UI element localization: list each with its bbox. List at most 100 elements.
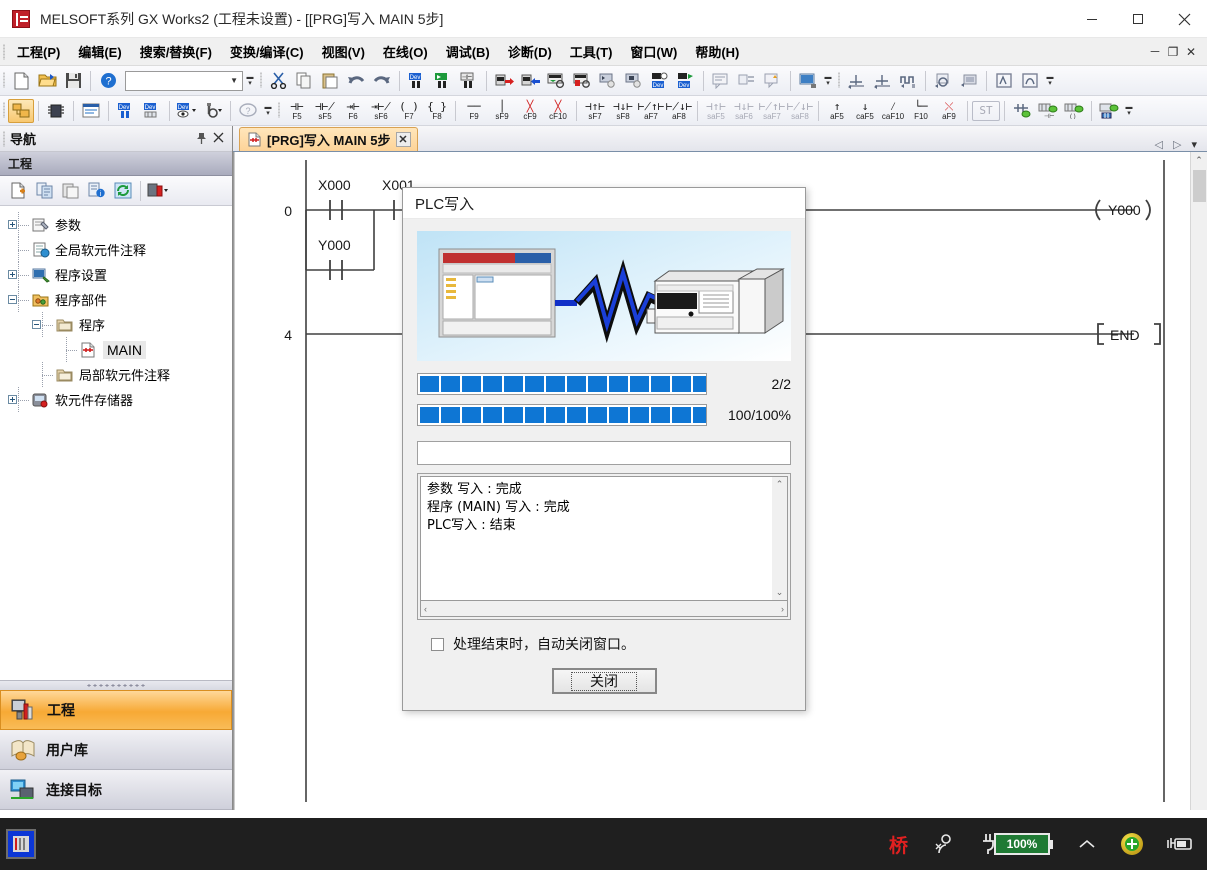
refresh-icon[interactable]: [110, 179, 136, 203]
scroll-up-icon[interactable]: ⌃: [1190, 152, 1207, 169]
scrollbar-thumb[interactable]: [1192, 170, 1206, 202]
cut-icon[interactable]: [265, 69, 291, 93]
view-mode-icon[interactable]: [145, 179, 171, 203]
sidebar-item-userlib[interactable]: 用户库: [0, 730, 232, 770]
ladder-button-delete-hline[interactable]: ╳ cF9: [516, 97, 544, 125]
document-minimize-button[interactable]: －: [1147, 43, 1163, 61]
ladder-button-pulse-not-a[interactable]: ⊣↑⊢ saF5: [702, 97, 730, 125]
ladder-button-hline[interactable]: ── F9: [460, 97, 488, 125]
watch-window-icon[interactable]: Dev: [174, 99, 200, 123]
ladder-button-rising-pulse-parallel[interactable]: ⊬↑⊢ aF7: [637, 97, 665, 125]
ladder-button-line-corner[interactable]: └─ F10: [907, 97, 935, 125]
monitor-stop-icon[interactable]: [621, 69, 647, 93]
paste-data-icon[interactable]: [58, 179, 84, 203]
minimize-button[interactable]: [1069, 0, 1115, 38]
tab-close-icon[interactable]: ✕: [395, 132, 411, 147]
ladder-button-falling-pulse[interactable]: ⊣↓⊢ sF8: [609, 97, 637, 125]
power-plug-icon[interactable]: [1167, 835, 1193, 853]
tree-item-program-folder[interactable]: 程序: [6, 312, 232, 337]
device-search-icon[interactable]: [200, 99, 226, 123]
auto-close-checkbox[interactable]: [431, 637, 444, 651]
close-button[interactable]: [1161, 0, 1207, 38]
document-close-button[interactable]: ✕: [1183, 43, 1199, 61]
find-device-icon[interactable]: Dev: [404, 69, 430, 93]
menu-tools[interactable]: 工具(T): [561, 38, 622, 65]
tree-item-main[interactable]: MAIN: [6, 337, 232, 362]
update-icon[interactable]: [1121, 833, 1143, 855]
tree-item-pou[interactable]: 程序部件: [6, 287, 232, 312]
remote-operation-icon[interactable]: [795, 69, 821, 93]
ladder-button-rising-edge[interactable]: ↑ aF5: [823, 97, 851, 125]
write-to-plc-icon[interactable]: [491, 69, 517, 93]
verify-with-plc-icon[interactable]: [543, 69, 569, 93]
menu-help[interactable]: 帮助(H): [686, 38, 748, 65]
ladder-button-falling-edge[interactable]: ↓ caF5: [851, 97, 879, 125]
data-property-icon[interactable]: i: [84, 179, 110, 203]
gxworks-taskbar-icon[interactable]: [6, 829, 36, 859]
scroll-up-icon[interactable]: ⌃: [776, 479, 784, 490]
people-icon[interactable]: [932, 833, 956, 855]
find-instruction-icon[interactable]: [430, 69, 456, 93]
sampling-trace-2-icon[interactable]: [869, 69, 895, 93]
device-entry-monitor-icon[interactable]: Dev: [673, 69, 699, 93]
cross-reference-icon[interactable]: Dev: [113, 99, 139, 123]
ladder-button-pulse-not-b[interactable]: ⊣↓⊢ saF6: [730, 97, 758, 125]
toolbar-overflow-2[interactable]: ▬ ▾: [821, 69, 835, 93]
expander-icon[interactable]: [6, 395, 18, 404]
ladder-button-rising-pulse[interactable]: ⊣↑⊢ sF7: [581, 97, 609, 125]
auto-close-checkbox-row[interactable]: 处理结束时，自动关闭窗口。: [417, 620, 791, 654]
device-list-icon[interactable]: Dev: [139, 99, 165, 123]
paste-icon[interactable]: [317, 69, 343, 93]
menu-online[interactable]: 在线(O): [374, 38, 437, 65]
tab-menu-icon[interactable]: ▾: [1191, 138, 1197, 151]
sidebar-item-project[interactable]: 工程: [0, 690, 232, 730]
tree-item-device-memory[interactable]: 软元件存储器: [6, 387, 232, 412]
new-project-icon[interactable]: [8, 69, 34, 93]
sampling-trace-icon[interactable]: [843, 69, 869, 93]
insert-table-icon[interactable]: [1096, 99, 1122, 123]
trace-search-icon[interactable]: [930, 69, 956, 93]
chevron-up-icon[interactable]: [1077, 837, 1097, 851]
toolbar-grip-5[interactable]: [275, 96, 283, 125]
memory-check-icon[interactable]: [1017, 69, 1043, 93]
close-icon[interactable]: [213, 132, 224, 145]
ladder-button-structured-text[interactable]: ST: [972, 100, 1000, 121]
battery-indicator[interactable]: 100%: [980, 833, 1053, 855]
redo-icon[interactable]: [369, 69, 395, 93]
insert-contact-icon[interactable]: ⊣⊢: [1035, 99, 1061, 123]
comment-display-icon[interactable]: [708, 69, 734, 93]
ladder-button-vline[interactable]: │ sF9: [488, 97, 516, 125]
statement-display-icon[interactable]: [734, 69, 760, 93]
find-contact-icon[interactable]: ⊣⊢: [456, 69, 482, 93]
read-from-plc-icon[interactable]: [517, 69, 543, 93]
tab-next-icon[interactable]: ▷: [1173, 138, 1181, 151]
toolbar-overflow-4[interactable]: ▬ ▾: [261, 99, 275, 123]
tab-prg-main[interactable]: [PRG]写入 MAIN 5步 ✕: [239, 127, 418, 151]
expander-icon[interactable]: [30, 320, 42, 329]
pin-icon[interactable]: [196, 132, 207, 145]
ladder-button-pulse-not-c[interactable]: ⊬↑⊢ saF7: [758, 97, 786, 125]
tree-item-program-setting[interactable]: 程序设置: [6, 262, 232, 287]
tab-prev-icon[interactable]: ◁: [1155, 138, 1163, 151]
ladder-button-coil[interactable]: ( ) F7: [395, 97, 423, 125]
menu-window[interactable]: 窗口(W): [621, 38, 686, 65]
log-vertical-scrollbar[interactable]: ⌃ ⌄: [772, 476, 788, 601]
trace-display-icon[interactable]: [956, 69, 982, 93]
navigation-splitter[interactable]: [0, 681, 232, 690]
save-project-icon[interactable]: [60, 69, 86, 93]
help-balloon-icon[interactable]: ?: [235, 99, 261, 123]
insert-row-icon[interactable]: [1009, 99, 1035, 123]
menubar-grip[interactable]: [0, 38, 8, 65]
menu-diagnostics[interactable]: 诊断(D): [499, 38, 561, 65]
menu-find-replace[interactable]: 搜索/替换(F): [131, 38, 221, 65]
tree-item-local-comment[interactable]: 局部软元件注释: [6, 362, 232, 387]
ladder-button-falling-pulse-parallel[interactable]: ⊬↓⊢ aF8: [665, 97, 693, 125]
program-check-icon[interactable]: [991, 69, 1017, 93]
ladder-button-nc-contact-parallel[interactable]: ⇥⊬ sF6: [367, 97, 395, 125]
element-selection-icon[interactable]: [43, 99, 69, 123]
expander-icon[interactable]: [6, 270, 18, 279]
copy-icon[interactable]: [291, 69, 317, 93]
scroll-down-icon[interactable]: ⌄: [776, 587, 784, 598]
ladder-button-delete-vline[interactable]: ╳ cF10: [544, 97, 572, 125]
toolbar-overflow-1[interactable]: ▬ ▾: [243, 69, 257, 93]
